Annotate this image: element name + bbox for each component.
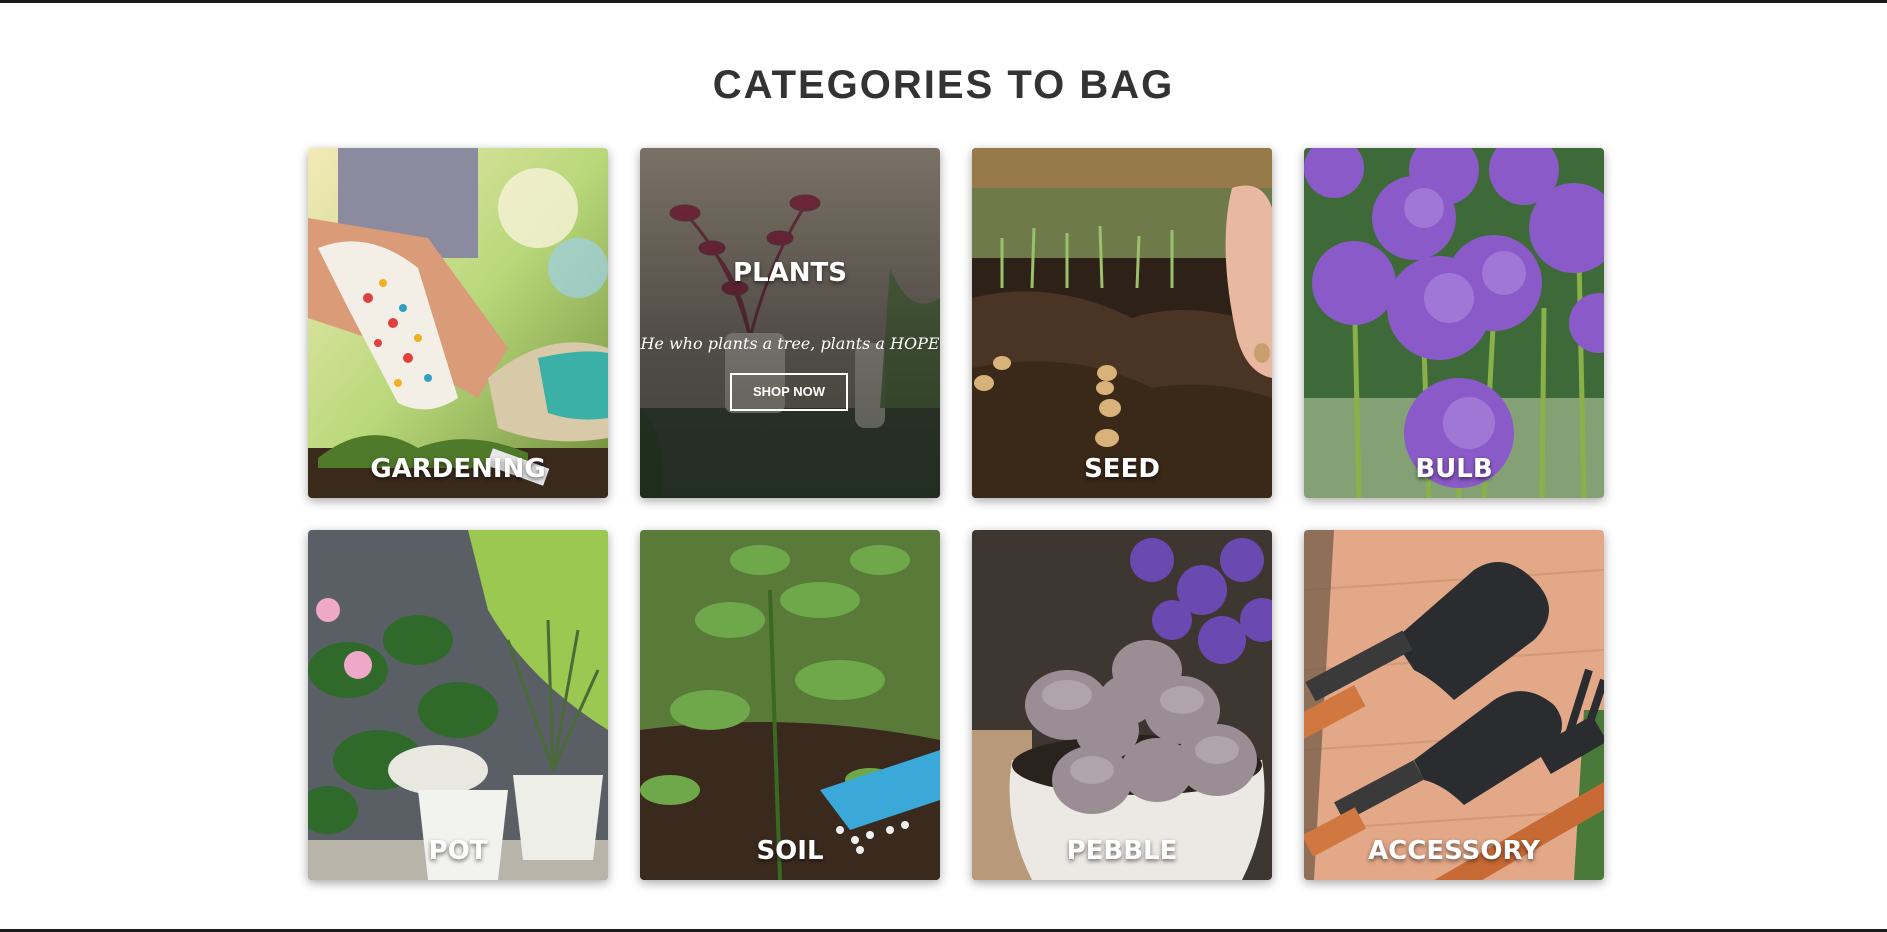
- category-card-plants[interactable]: PLANTS He who plants a tree, plants a HO…: [640, 148, 940, 498]
- category-label: GARDENING: [370, 454, 546, 484]
- category-label: PLANTS: [733, 258, 847, 288]
- category-card-pot[interactable]: POT: [308, 530, 608, 880]
- category-label: PEBBLE: [1066, 836, 1178, 866]
- category-label: SEED: [1084, 454, 1160, 484]
- pot-image: [308, 530, 608, 880]
- bulb-image: [1304, 148, 1604, 498]
- category-card-bulb[interactable]: BULB: [1304, 148, 1604, 498]
- plants-tagline: He who plants a tree, plants a HOPE: [640, 334, 940, 353]
- shop-now-button[interactable]: SHOP NOW: [730, 373, 848, 411]
- category-label: ACCESSORY: [1368, 836, 1540, 866]
- page: CATEGORIES TO BAG GARDENING PLANTS He wh…: [0, 0, 1887, 932]
- category-card-accessory[interactable]: ACCESSORY: [1304, 530, 1604, 880]
- category-card-seed[interactable]: SEED: [972, 148, 1272, 498]
- category-card-soil[interactable]: SOIL: [640, 530, 940, 880]
- section-title: CATEGORIES TO BAG: [712, 63, 1175, 107]
- category-label: SOIL: [756, 836, 824, 866]
- category-label: POT: [428, 836, 488, 866]
- gardening-image: [308, 148, 608, 498]
- soil-image: [640, 530, 940, 880]
- accessory-image: [1304, 530, 1604, 880]
- category-label: BULB: [1415, 454, 1493, 484]
- category-grid: GARDENING PLANTS He who plants a tree, p…: [308, 148, 1605, 880]
- plants-overlay: [640, 148, 940, 498]
- category-card-gardening[interactable]: GARDENING: [308, 148, 608, 498]
- seed-image: [972, 148, 1272, 498]
- pebble-image: [972, 530, 1272, 880]
- category-card-pebble[interactable]: PEBBLE: [972, 530, 1272, 880]
